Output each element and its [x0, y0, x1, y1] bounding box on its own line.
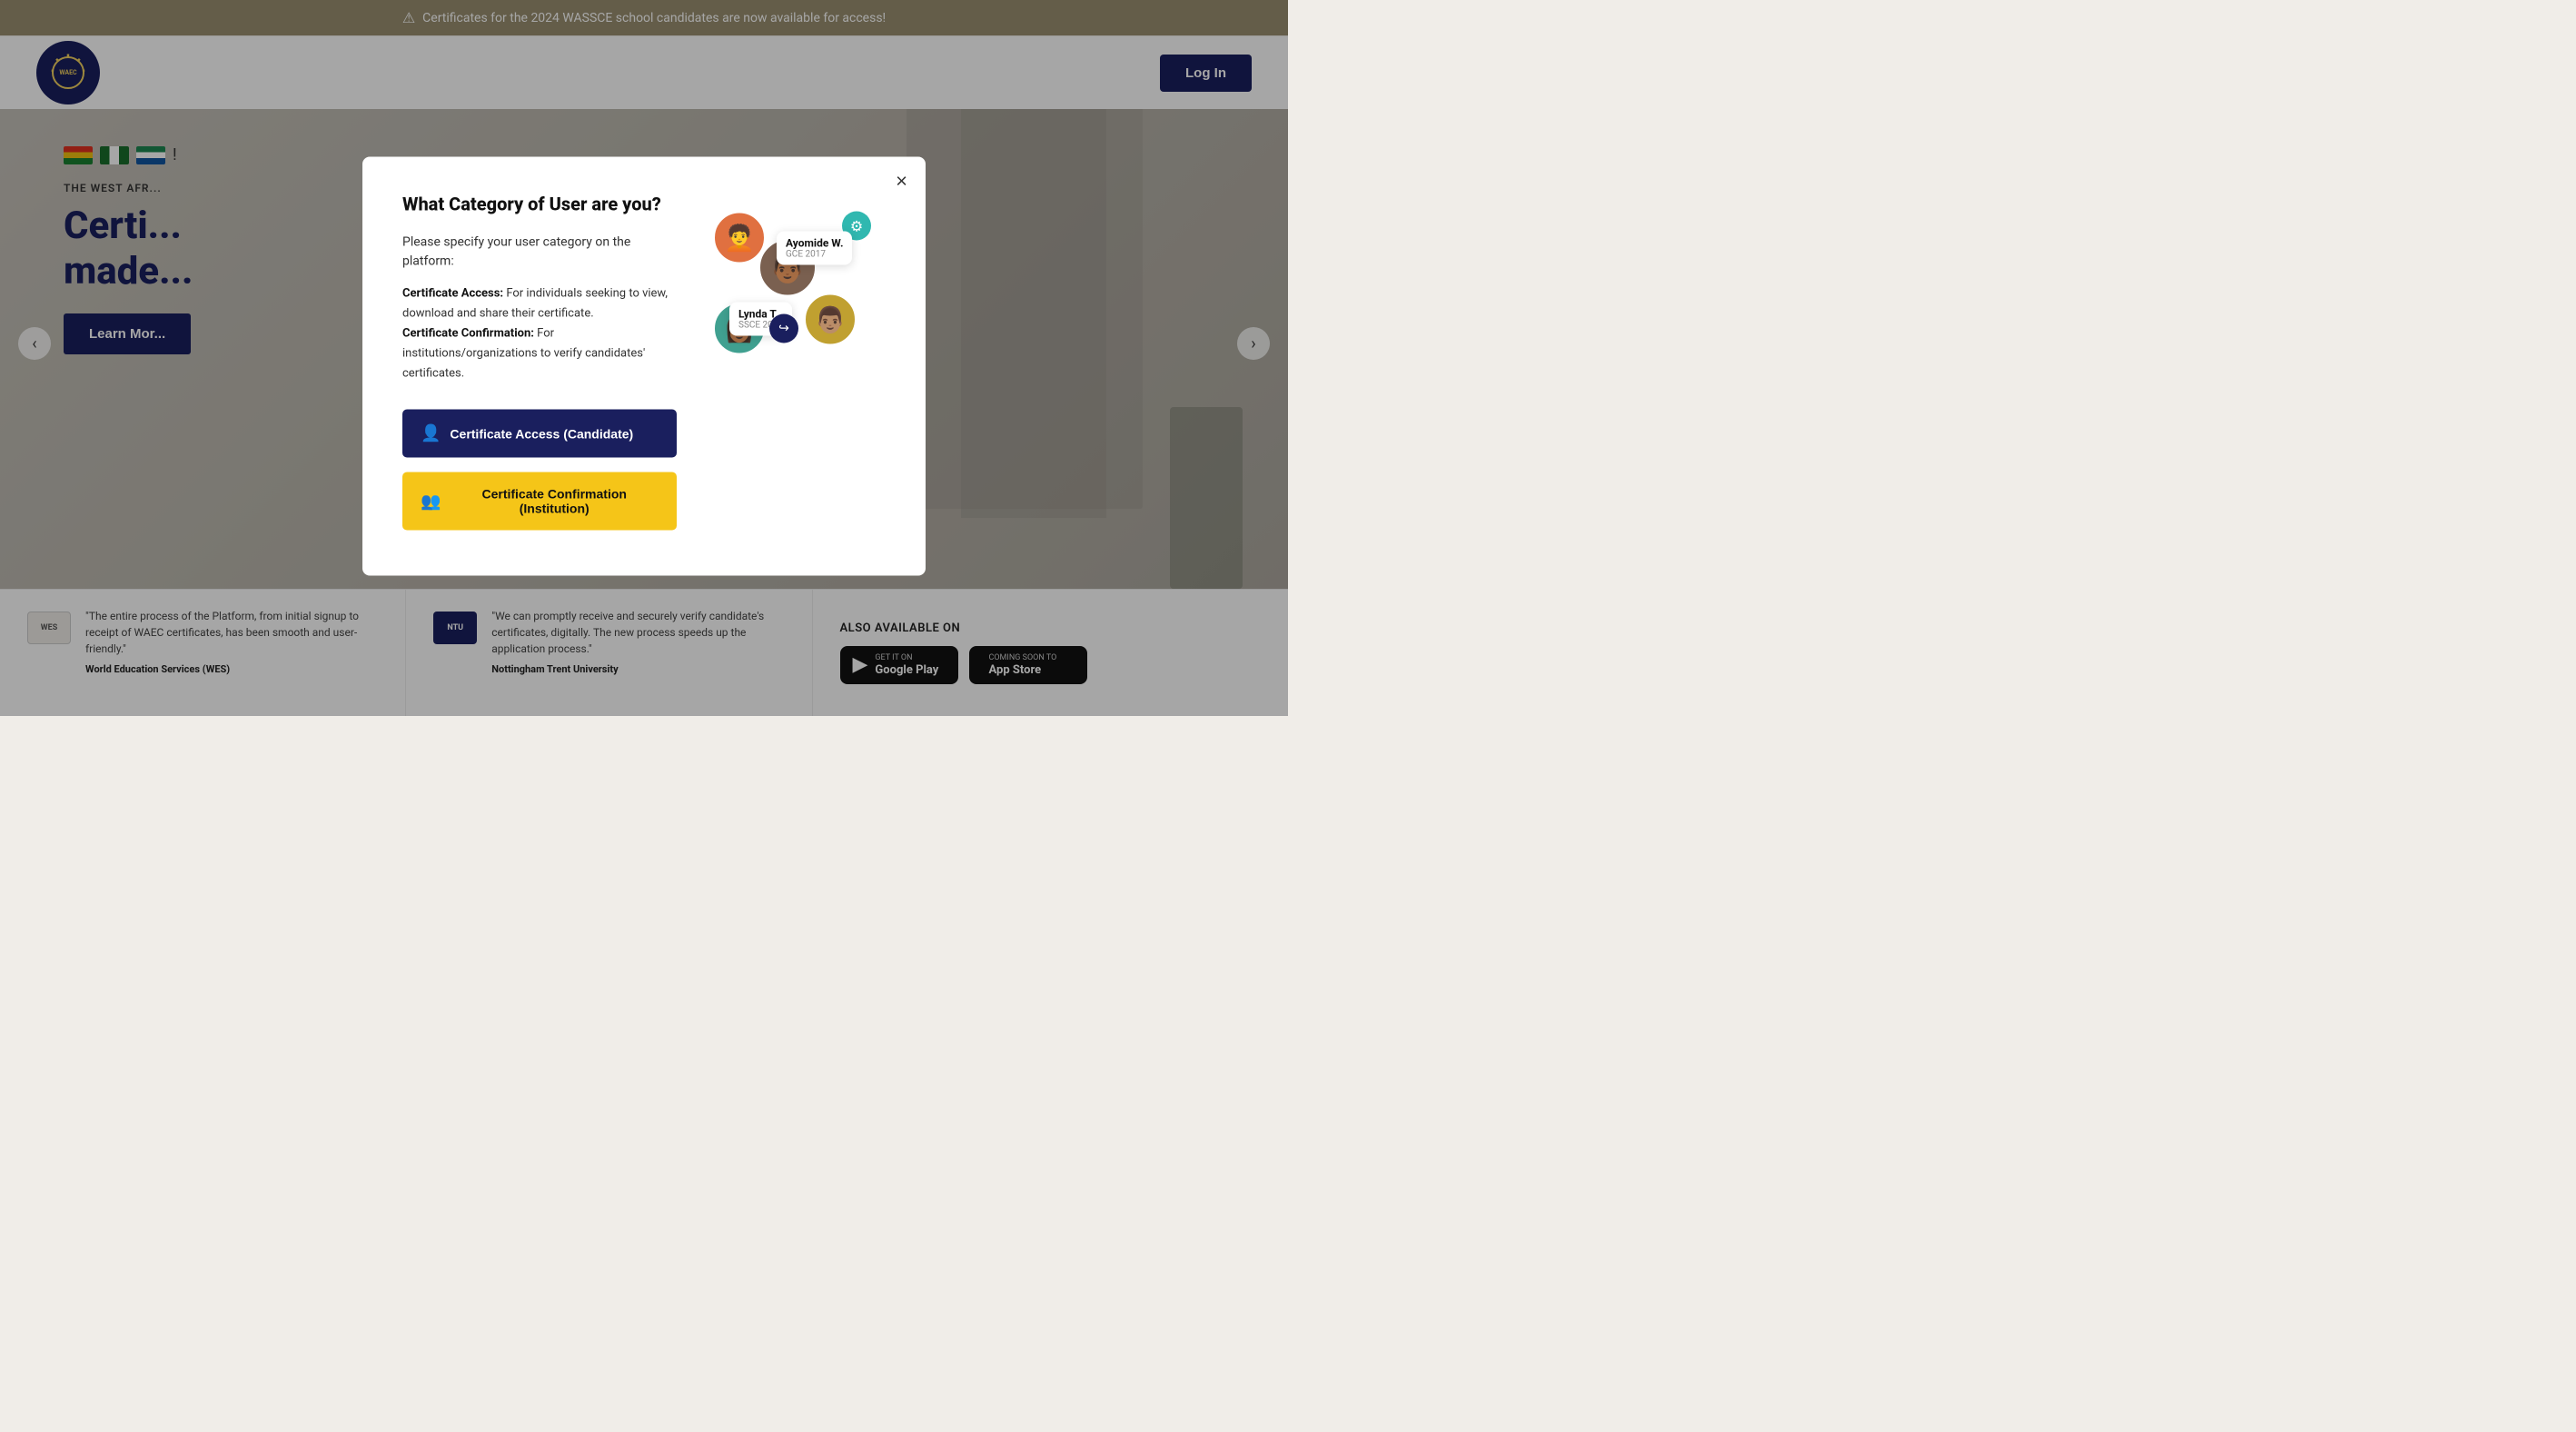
modal-right-panel: ⚙ 🧑‍🦱 👨🏾 Ayomide W. GCE 2017 👩🏾 Lynda T. [704, 193, 886, 530]
modal-description: Certificate Access: For individuals seek… [402, 283, 677, 383]
avatar-1: 🧑‍🦱 [713, 211, 766, 264]
avatar-cluster: ⚙ 🧑‍🦱 👨🏾 Ayomide W. GCE 2017 👩🏾 Lynda T. [704, 211, 886, 393]
candidate-button[interactable]: 👤 Certificate Access (Candidate) [402, 410, 677, 458]
modal-subtitle: Please specify your user category on the… [402, 233, 677, 271]
avatar-1-name: Ayomide W. [786, 236, 843, 249]
institution-label: Certificate Confirmation: [402, 327, 534, 341]
share-badge-icon: ↪ [769, 313, 798, 343]
avatar-1-sub: GCE 2017 [786, 249, 843, 259]
avatar-card-1: Ayomide W. GCE 2017 [777, 231, 852, 264]
institution-button-label: Certificate Confirmation (Institution) [450, 487, 659, 516]
user-category-modal: × What Category of User are you? Please … [362, 156, 926, 575]
modal-close-button[interactable]: × [896, 171, 907, 191]
institution-icon: 👥 [421, 492, 441, 511]
modal-left-panel: What Category of User are you? Please sp… [402, 193, 677, 530]
institution-button[interactable]: 👥 Certificate Confirmation (Institution) [402, 472, 677, 531]
candidate-button-label: Certificate Access (Candidate) [450, 426, 633, 441]
avatar-4: 👨🏽 [804, 293, 857, 345]
candidate-icon: 👤 [421, 424, 441, 443]
candidate-label: Certificate Access: [402, 286, 503, 300]
modal-title: What Category of User are you? [402, 193, 677, 214]
